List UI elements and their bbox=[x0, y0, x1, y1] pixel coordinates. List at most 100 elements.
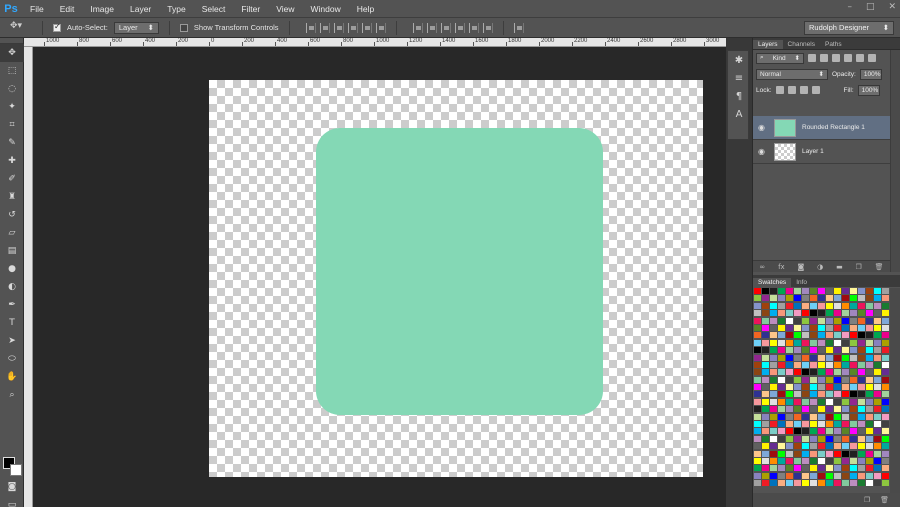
color-swatch[interactable] bbox=[810, 384, 817, 391]
align-bottom-icon[interactable] bbox=[333, 22, 344, 33]
screen-mode-icon[interactable]: ▭ bbox=[0, 496, 24, 507]
color-swatch[interactable] bbox=[882, 295, 889, 302]
move-tool-preset-icon[interactable]: ✥▾ bbox=[10, 21, 32, 35]
paragraph-icon[interactable]: ¶ bbox=[728, 87, 750, 105]
tab-swatches[interactable]: Swatches bbox=[753, 278, 792, 287]
color-swatch[interactable] bbox=[874, 317, 881, 324]
color-swatch[interactable] bbox=[882, 384, 889, 391]
color-swatch[interactable] bbox=[778, 302, 785, 309]
color-swatch[interactable] bbox=[810, 428, 817, 435]
color-swatch[interactable] bbox=[842, 376, 849, 383]
color-swatch[interactable] bbox=[754, 413, 761, 420]
color-swatch[interactable] bbox=[826, 354, 833, 361]
color-swatch[interactable] bbox=[762, 324, 769, 331]
color-swatch[interactable] bbox=[874, 472, 881, 479]
color-swatch[interactable] bbox=[754, 332, 761, 339]
color-swatch[interactable] bbox=[858, 457, 865, 464]
color-swatch[interactable] bbox=[850, 324, 857, 331]
color-swatch[interactable] bbox=[794, 435, 801, 442]
color-swatch[interactable] bbox=[754, 472, 761, 479]
color-swatch[interactable] bbox=[850, 480, 857, 487]
color-swatch[interactable] bbox=[882, 413, 889, 420]
color-swatch[interactable] bbox=[834, 384, 841, 391]
color-swatch[interactable] bbox=[866, 339, 873, 346]
color-swatch[interactable] bbox=[818, 317, 825, 324]
color-swatch[interactable] bbox=[770, 324, 777, 331]
color-swatch[interactable] bbox=[826, 339, 833, 346]
adjustment-filter-icon[interactable] bbox=[820, 54, 828, 62]
color-swatch[interactable] bbox=[762, 450, 769, 457]
color-swatch[interactable] bbox=[882, 332, 889, 339]
color-swatch[interactable] bbox=[882, 450, 889, 457]
color-swatch[interactable] bbox=[818, 369, 825, 376]
color-swatch[interactable] bbox=[874, 347, 881, 354]
color-swatch[interactable] bbox=[786, 421, 793, 428]
new-group-icon[interactable]: ▬ bbox=[836, 263, 843, 271]
color-swatch[interactable] bbox=[850, 435, 857, 442]
color-swatch[interactable] bbox=[770, 347, 777, 354]
color-swatch[interactable] bbox=[882, 428, 889, 435]
color-swatch[interactable] bbox=[770, 302, 777, 309]
color-swatch[interactable] bbox=[874, 332, 881, 339]
color-swatch[interactable] bbox=[882, 376, 889, 383]
color-swatch[interactable] bbox=[818, 465, 825, 472]
color-swatch[interactable] bbox=[770, 354, 777, 361]
menu-window[interactable]: Window bbox=[302, 4, 348, 14]
distribute-vcenter-icon[interactable] bbox=[426, 22, 437, 33]
color-swatch[interactable] bbox=[786, 295, 793, 302]
color-swatch[interactable] bbox=[858, 354, 865, 361]
color-swatch[interactable] bbox=[802, 361, 809, 368]
color-swatch[interactable] bbox=[770, 369, 777, 376]
color-swatch[interactable] bbox=[874, 480, 881, 487]
color-swatch[interactable] bbox=[826, 421, 833, 428]
color-swatch[interactable] bbox=[770, 361, 777, 368]
color-swatch[interactable] bbox=[882, 465, 889, 472]
layer-row[interactable]: ◉ Rounded Rectangle 1 bbox=[753, 116, 890, 140]
color-swatch[interactable] bbox=[786, 457, 793, 464]
color-swatch[interactable] bbox=[866, 413, 873, 420]
background-color-swatch[interactable] bbox=[10, 464, 22, 476]
move-tool-icon[interactable]: ✥ bbox=[0, 44, 24, 62]
color-swatch[interactable] bbox=[866, 317, 873, 324]
layers-scrollbar[interactable] bbox=[890, 50, 900, 272]
character-icon[interactable]: A bbox=[728, 105, 750, 123]
color-swatch[interactable] bbox=[754, 347, 761, 354]
color-swatch[interactable] bbox=[826, 324, 833, 331]
color-swatch[interactable] bbox=[850, 317, 857, 324]
color-swatch[interactable] bbox=[874, 421, 881, 428]
tab-layers[interactable]: Layers bbox=[753, 40, 783, 49]
color-swatch[interactable] bbox=[786, 317, 793, 324]
color-swatch[interactable] bbox=[754, 428, 761, 435]
color-swatch[interactable] bbox=[842, 391, 849, 398]
color-swatch[interactable] bbox=[834, 347, 841, 354]
color-swatch[interactable] bbox=[834, 443, 841, 450]
color-swatch[interactable] bbox=[762, 369, 769, 376]
color-swatch[interactable] bbox=[810, 421, 817, 428]
color-swatch[interactable] bbox=[842, 457, 849, 464]
color-swatch[interactable] bbox=[874, 354, 881, 361]
align-right-icon[interactable] bbox=[375, 22, 386, 33]
color-swatch[interactable] bbox=[786, 428, 793, 435]
color-swatch[interactable] bbox=[778, 398, 785, 405]
lasso-tool-icon[interactable]: ◌ bbox=[0, 80, 24, 98]
color-swatch[interactable] bbox=[818, 421, 825, 428]
color-swatch[interactable] bbox=[794, 450, 801, 457]
color-swatch[interactable] bbox=[866, 347, 873, 354]
color-swatch[interactable] bbox=[866, 324, 873, 331]
color-swatch[interactable] bbox=[770, 310, 777, 317]
color-swatch[interactable] bbox=[778, 472, 785, 479]
lock-all-icon[interactable] bbox=[811, 86, 820, 94]
color-swatch[interactable] bbox=[874, 450, 881, 457]
color-swatch[interactable] bbox=[842, 354, 849, 361]
color-swatch[interactable] bbox=[834, 369, 841, 376]
quick-mask-icon[interactable]: ◙ bbox=[0, 478, 24, 496]
color-swatch[interactable] bbox=[818, 376, 825, 383]
color-swatch[interactable] bbox=[874, 361, 881, 368]
color-swatch[interactable] bbox=[802, 354, 809, 361]
color-swatch[interactable] bbox=[802, 457, 809, 464]
color-swatch[interactable] bbox=[810, 457, 817, 464]
path-select-tool-icon[interactable]: ➤ bbox=[0, 332, 24, 350]
color-swatch[interactable] bbox=[834, 317, 841, 324]
color-swatch[interactable] bbox=[762, 421, 769, 428]
color-swatch[interactable] bbox=[762, 332, 769, 339]
